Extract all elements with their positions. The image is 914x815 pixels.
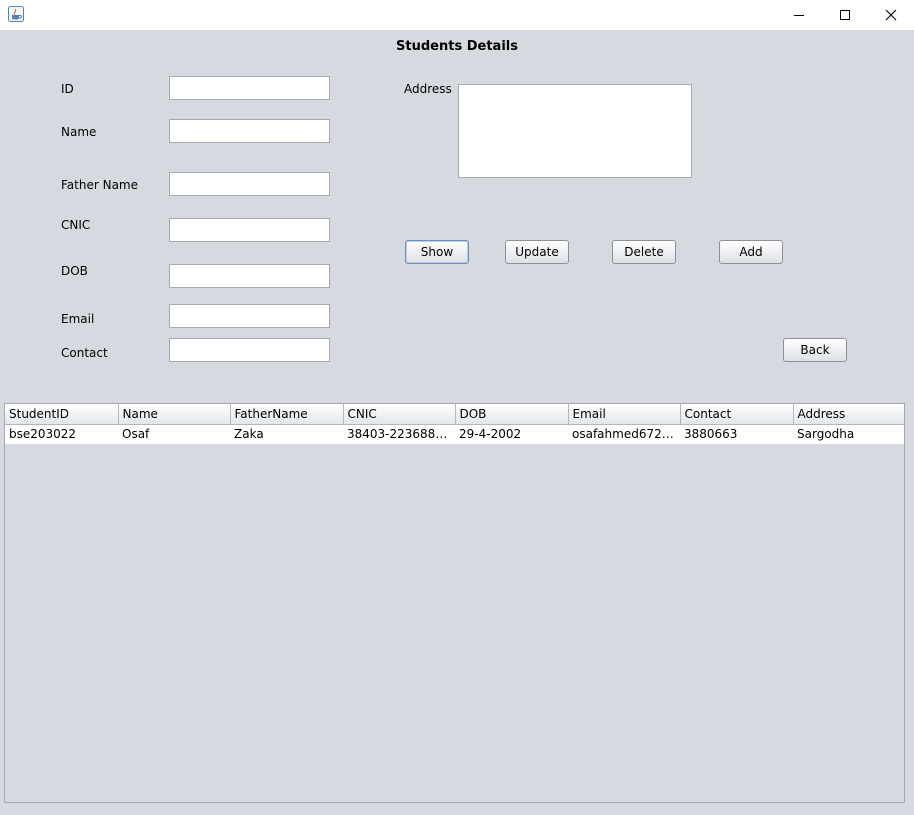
title-bar[interactable]	[0, 0, 914, 30]
close-icon	[885, 9, 897, 21]
maximize-button[interactable]	[822, 0, 868, 30]
back-button[interactable]: Back	[783, 338, 847, 362]
column-header-email[interactable]: Email	[568, 404, 681, 425]
main-window: Students Details ID Name Father Name CNI…	[0, 0, 914, 815]
show-button[interactable]: Show	[405, 240, 469, 264]
maximize-icon	[839, 9, 851, 21]
id-field[interactable]	[169, 76, 330, 100]
cnic-label: CNIC	[61, 218, 91, 232]
java-cup-icon	[8, 6, 24, 22]
address-label: Address	[404, 82, 452, 96]
column-header-cnic[interactable]: CNIC	[343, 404, 456, 425]
name-label: Name	[61, 125, 97, 139]
page-title: Students Details	[0, 39, 914, 54]
column-header-name[interactable]: Name	[118, 404, 231, 425]
table-cell-email: osafahmed6723...	[568, 424, 680, 444]
column-header-dob[interactable]: DOB	[455, 404, 569, 425]
table-row[interactable]: bse203022 Osaf Zaka 38403-2236888-1 29-4…	[5, 424, 904, 444]
minimize-button[interactable]	[776, 0, 822, 30]
email-label: Email	[61, 312, 95, 326]
email-field[interactable]	[169, 304, 330, 328]
father-name-label: Father Name	[61, 178, 138, 192]
students-table[interactable]: StudentID Name FatherName CNIC DOB Email…	[4, 403, 905, 803]
address-field[interactable]	[458, 84, 692, 178]
cnic-field[interactable]	[169, 218, 330, 242]
update-button[interactable]: Update	[505, 240, 569, 264]
column-header-contact[interactable]: Contact	[680, 404, 794, 425]
table-cell-address: Sargodha	[793, 424, 904, 444]
column-header-student-id[interactable]: StudentID	[5, 404, 119, 425]
father-name-field[interactable]	[169, 172, 330, 196]
table-cell-dob: 29-4-2002	[455, 424, 568, 444]
column-header-address[interactable]: Address	[793, 404, 904, 425]
table-cell-father-name: Zaka	[230, 424, 343, 444]
table-cell-name: Osaf	[118, 424, 230, 444]
contact-field[interactable]	[169, 338, 330, 362]
table-cell-contact: 3880663	[680, 424, 793, 444]
dob-field[interactable]	[169, 264, 330, 288]
table-header-row: StudentID Name FatherName CNIC DOB Email…	[5, 404, 904, 425]
dob-label: DOB	[61, 264, 88, 278]
add-button[interactable]: Add	[719, 240, 783, 264]
contact-label: Contact	[61, 346, 108, 360]
delete-button[interactable]: Delete	[612, 240, 676, 264]
id-label: ID	[61, 82, 74, 96]
page-title-text: Students Details	[396, 39, 518, 54]
minimize-icon	[793, 9, 805, 21]
name-field[interactable]	[169, 119, 330, 143]
table-cell-cnic: 38403-2236888-1	[343, 424, 455, 444]
table-cell-student-id: bse203022	[5, 424, 118, 444]
students-table-grid: StudentID Name FatherName CNIC DOB Email…	[5, 404, 904, 444]
close-button[interactable]	[868, 0, 914, 30]
column-header-father-name[interactable]: FatherName	[230, 404, 344, 425]
